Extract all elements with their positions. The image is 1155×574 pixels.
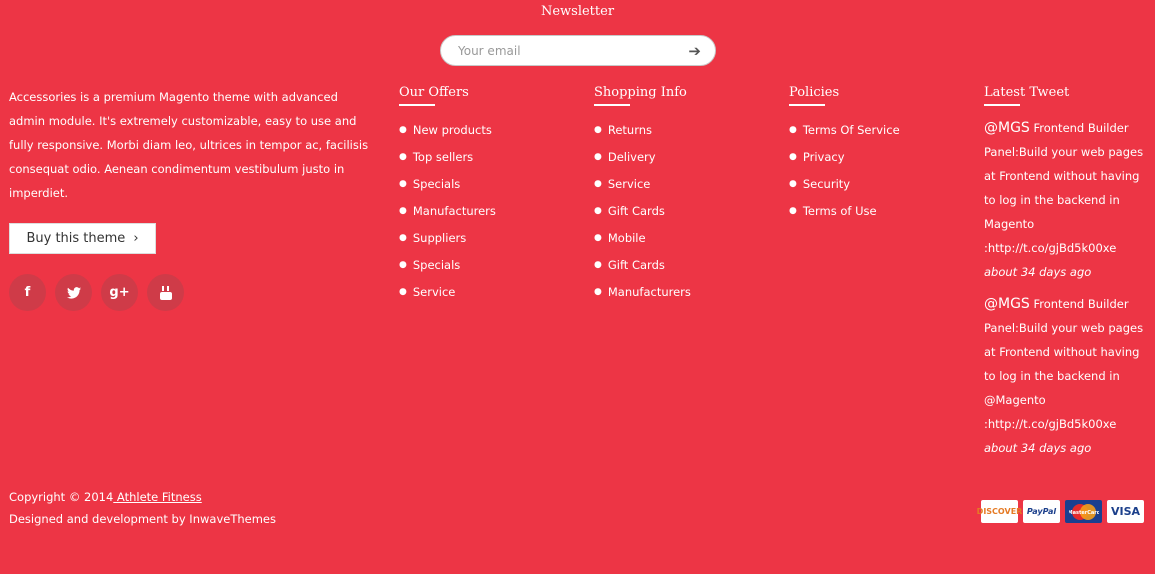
title-underline: [984, 104, 1020, 106]
list-item[interactable]: ● Returns: [594, 122, 691, 149]
brand-link[interactable]: Athlete Fitness: [113, 490, 202, 504]
buy-theme-button[interactable]: Buy this theme ›: [9, 223, 156, 254]
list-item[interactable]: ● Manufacturers: [399, 203, 496, 230]
visa-icon: VISA: [1107, 500, 1144, 523]
list-item[interactable]: ● Service: [399, 284, 496, 311]
svg-text:MasterCard: MasterCard: [1069, 510, 1099, 516]
list-item[interactable]: ● Mobile: [594, 230, 691, 257]
newsletter-title: Newsletter: [540, 4, 615, 19]
email-input[interactable]: [456, 43, 680, 59]
list-item[interactable]: ● Privacy: [789, 149, 900, 176]
tweet-handle[interactable]: @MGS: [984, 120, 1030, 136]
list-item[interactable]: ● Suppliers: [399, 230, 496, 257]
column-title: Policies: [789, 85, 840, 100]
column-title: Our Offers: [399, 85, 469, 100]
list-item[interactable]: ● Manufacturers: [594, 284, 691, 311]
social-links: f g+: [9, 274, 184, 311]
twitter-icon[interactable]: [55, 274, 92, 311]
list-item[interactable]: ● Security: [789, 176, 900, 203]
list-item[interactable]: ● Delivery: [594, 149, 691, 176]
chevron-right-icon: ›: [133, 231, 139, 246]
tweet: @MGS Frontend Builder Panel:Build your w…: [984, 292, 1154, 460]
tweet-time: about 34 days ago: [984, 265, 1092, 279]
title-underline: [594, 104, 630, 106]
copyright: Copyright © 2014 Athlete Fitness Designe…: [9, 490, 276, 526]
column-shopping-info: Shopping Info ● Returns ● Delivery ● Servic…: [594, 85, 691, 311]
column-our-offers: Our Offers ● New products ● Top sellers ● S…: [399, 85, 496, 311]
column-title: Shopping Info: [594, 85, 687, 100]
designed-by: Designed and development by InwaveThemes: [9, 512, 276, 526]
column-title: Latest Tweet: [984, 85, 1070, 100]
column-policies: Policies ● Terms Of Service ● Privacy ● Sec…: [789, 85, 900, 230]
arrow-right-icon[interactable]: ➔: [688, 42, 701, 60]
mastercard-icon: MasterCard: [1065, 500, 1102, 523]
list-item[interactable]: ● Top sellers: [399, 149, 496, 176]
newsletter-form: ➔: [440, 35, 716, 66]
list-item[interactable]: ● Service: [594, 176, 691, 203]
title-underline: [399, 104, 435, 106]
list-item[interactable]: ● New products: [399, 122, 496, 149]
discover-icon: DISCOVER: [977, 500, 1022, 523]
about-text: Accessories is a premium Magento theme w…: [9, 90, 369, 200]
tweet-time: about 34 days ago: [984, 441, 1092, 455]
facebook-icon[interactable]: f: [9, 274, 46, 311]
list-item[interactable]: ● Specials: [399, 257, 496, 284]
list-item[interactable]: ● Gift Cards: [594, 257, 691, 284]
tweet-text: Frontend Builder Panel:Build your web pa…: [984, 297, 1144, 431]
list-item[interactable]: ● Terms Of Service: [789, 122, 900, 149]
title-underline: [789, 104, 825, 106]
tweet-text: Frontend Builder Panel:Build your web pa…: [984, 121, 1144, 255]
youtube-icon[interactable]: [147, 274, 184, 311]
tweet-handle[interactable]: @MGS: [984, 296, 1030, 312]
list-item[interactable]: ● Gift Cards: [594, 203, 691, 230]
paypal-icon: PayPal: [1023, 500, 1060, 523]
latest-tweets: Latest Tweet @MGS Frontend Builder Panel…: [984, 85, 1154, 468]
tweet: @MGS Frontend Builder Panel:Build your w…: [984, 116, 1154, 284]
buy-theme-label: Buy this theme: [26, 231, 126, 246]
google-plus-icon[interactable]: g+: [101, 274, 138, 311]
list-item[interactable]: ● Terms of Use: [789, 203, 900, 230]
list-item[interactable]: ● Specials: [399, 176, 496, 203]
payment-methods: DISCOVER PayPal MasterCard VISA: [977, 500, 1144, 523]
